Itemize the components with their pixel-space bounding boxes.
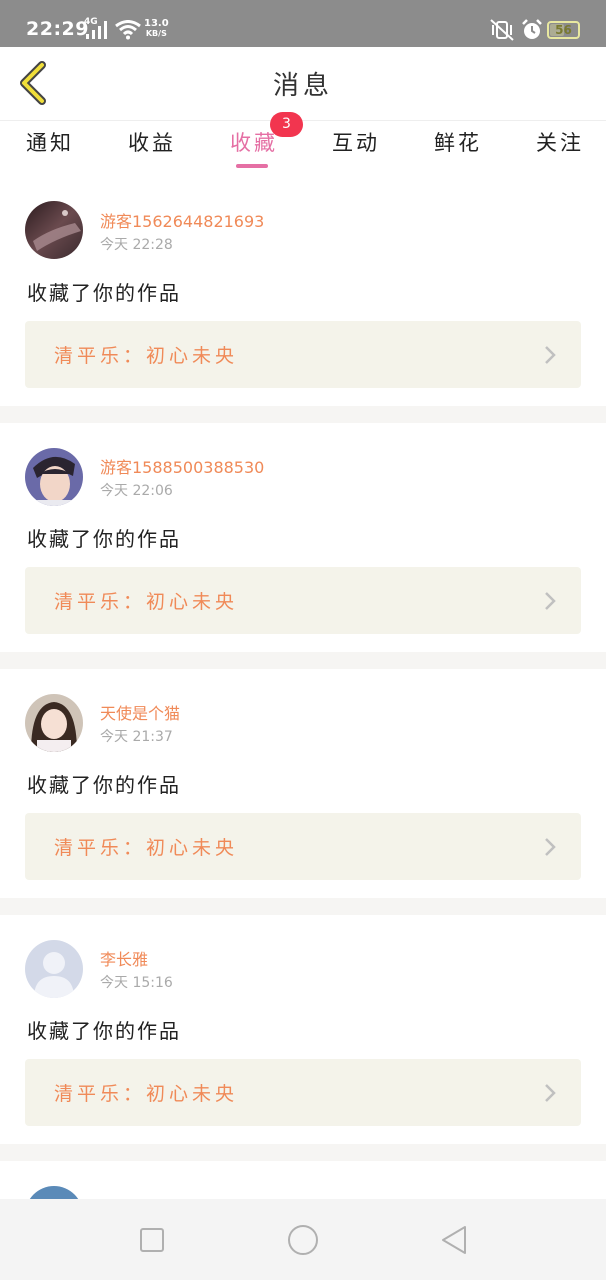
work-link[interactable]: 清平乐：初心未央 <box>25 813 581 880</box>
work-link[interactable]: 清平乐：初心未央 <box>25 567 581 634</box>
action-text: 收藏了你的作品 <box>27 281 181 305</box>
action-text: 收藏了你的作品 <box>27 1019 181 1043</box>
list-item: 天使是个猫 今天 21:37 收藏了你的作品 清平乐：初心未央 <box>0 669 606 898</box>
divider <box>0 898 606 915</box>
vibrate-mute-icon <box>490 19 514 41</box>
tab-flowers[interactable]: 鲜花 <box>434 127 482 157</box>
avatar[interactable] <box>25 1186 83 1199</box>
work-title: 清平乐：初心未央 <box>54 591 239 613</box>
chevron-right-icon <box>545 592 556 610</box>
work-title: 清平乐：初心未央 <box>54 1083 239 1105</box>
system-nav-bar <box>0 1199 606 1280</box>
avatar[interactable] <box>25 448 83 506</box>
avatar-image <box>25 694 83 752</box>
divider <box>0 1144 606 1161</box>
timestamp: 今天 22:06 <box>100 483 173 499</box>
username[interactable]: 游客1562644821693 <box>100 208 264 232</box>
timestamp: 今天 21:37 <box>100 729 173 745</box>
avatar-image <box>25 201 83 259</box>
list-item: 李长雅 今天 15:16 收藏了你的作品 清平乐：初心未央 <box>0 915 606 1144</box>
alarm-icon <box>522 19 542 39</box>
tab-following[interactable]: 关注 <box>536 127 584 157</box>
wifi-icon <box>115 20 141 40</box>
list-item: 游客1588500388530 今天 22:06 收藏了你的作品 清平乐：初心未… <box>0 423 606 652</box>
tab-bar: 通知 收益 收藏 3 互动 鲜花 关注 <box>0 112 606 171</box>
avatar[interactable] <box>25 201 83 259</box>
timestamp: 今天 22:28 <box>100 237 173 253</box>
tab-favorites-label: 收藏 <box>230 131 278 155</box>
triangle-back-icon[interactable] <box>440 1224 468 1256</box>
favorites-count-badge: 3 <box>270 112 303 137</box>
avatar[interactable] <box>25 694 83 752</box>
battery-icon: 56 <box>547 21 580 39</box>
signal-icon <box>86 21 107 39</box>
action-text: 收藏了你的作品 <box>27 773 181 797</box>
divider <box>0 652 606 669</box>
active-tab-indicator <box>236 164 268 168</box>
username[interactable]: 游客1588500388530 <box>100 454 264 478</box>
circle-icon[interactable] <box>287 1224 319 1256</box>
work-title: 清平乐：初心未央 <box>54 837 239 859</box>
speed-unit: KB/S <box>145 29 167 38</box>
tab-favorites[interactable]: 收藏 <box>230 127 278 157</box>
work-link[interactable]: 清平乐：初心未央 <box>25 1059 581 1126</box>
status-time: 22:29 <box>26 18 89 40</box>
list-item-partial <box>0 1161 606 1199</box>
page-title: 消息 <box>272 71 333 101</box>
status-bar: 22:29 4G 13.0 KB/S 56 <box>0 0 606 47</box>
action-text: 收藏了你的作品 <box>27 527 181 551</box>
tab-earnings[interactable]: 收益 <box>128 127 176 157</box>
timestamp: 今天 15:16 <box>100 975 173 991</box>
app-header: 消息 <box>0 47 606 121</box>
avatar-image <box>25 448 83 506</box>
username[interactable]: 李长雅 <box>100 946 148 970</box>
avatar[interactable] <box>25 940 83 998</box>
divider <box>0 406 606 423</box>
chevron-right-icon <box>545 346 556 364</box>
chevron-right-icon <box>545 1084 556 1102</box>
default-avatar-icon <box>25 940 83 998</box>
speed-value: 13.0 <box>144 18 169 29</box>
chevron-right-icon <box>545 838 556 856</box>
avatar-image <box>25 1186 83 1199</box>
square-icon[interactable] <box>139 1227 165 1253</box>
battery-percent: 56 <box>555 23 572 37</box>
work-link[interactable]: 清平乐：初心未央 <box>25 321 581 388</box>
work-title: 清平乐：初心未央 <box>54 345 239 367</box>
network-speed: 13.0 KB/S <box>144 19 169 39</box>
username[interactable]: 天使是个猫 <box>100 700 180 724</box>
tab-notifications[interactable]: 通知 <box>26 127 74 157</box>
tab-interactions[interactable]: 互动 <box>332 127 380 157</box>
list-item: 游客1562644821693 今天 22:28 收藏了你的作品 清平乐：初心未… <box>0 171 606 406</box>
